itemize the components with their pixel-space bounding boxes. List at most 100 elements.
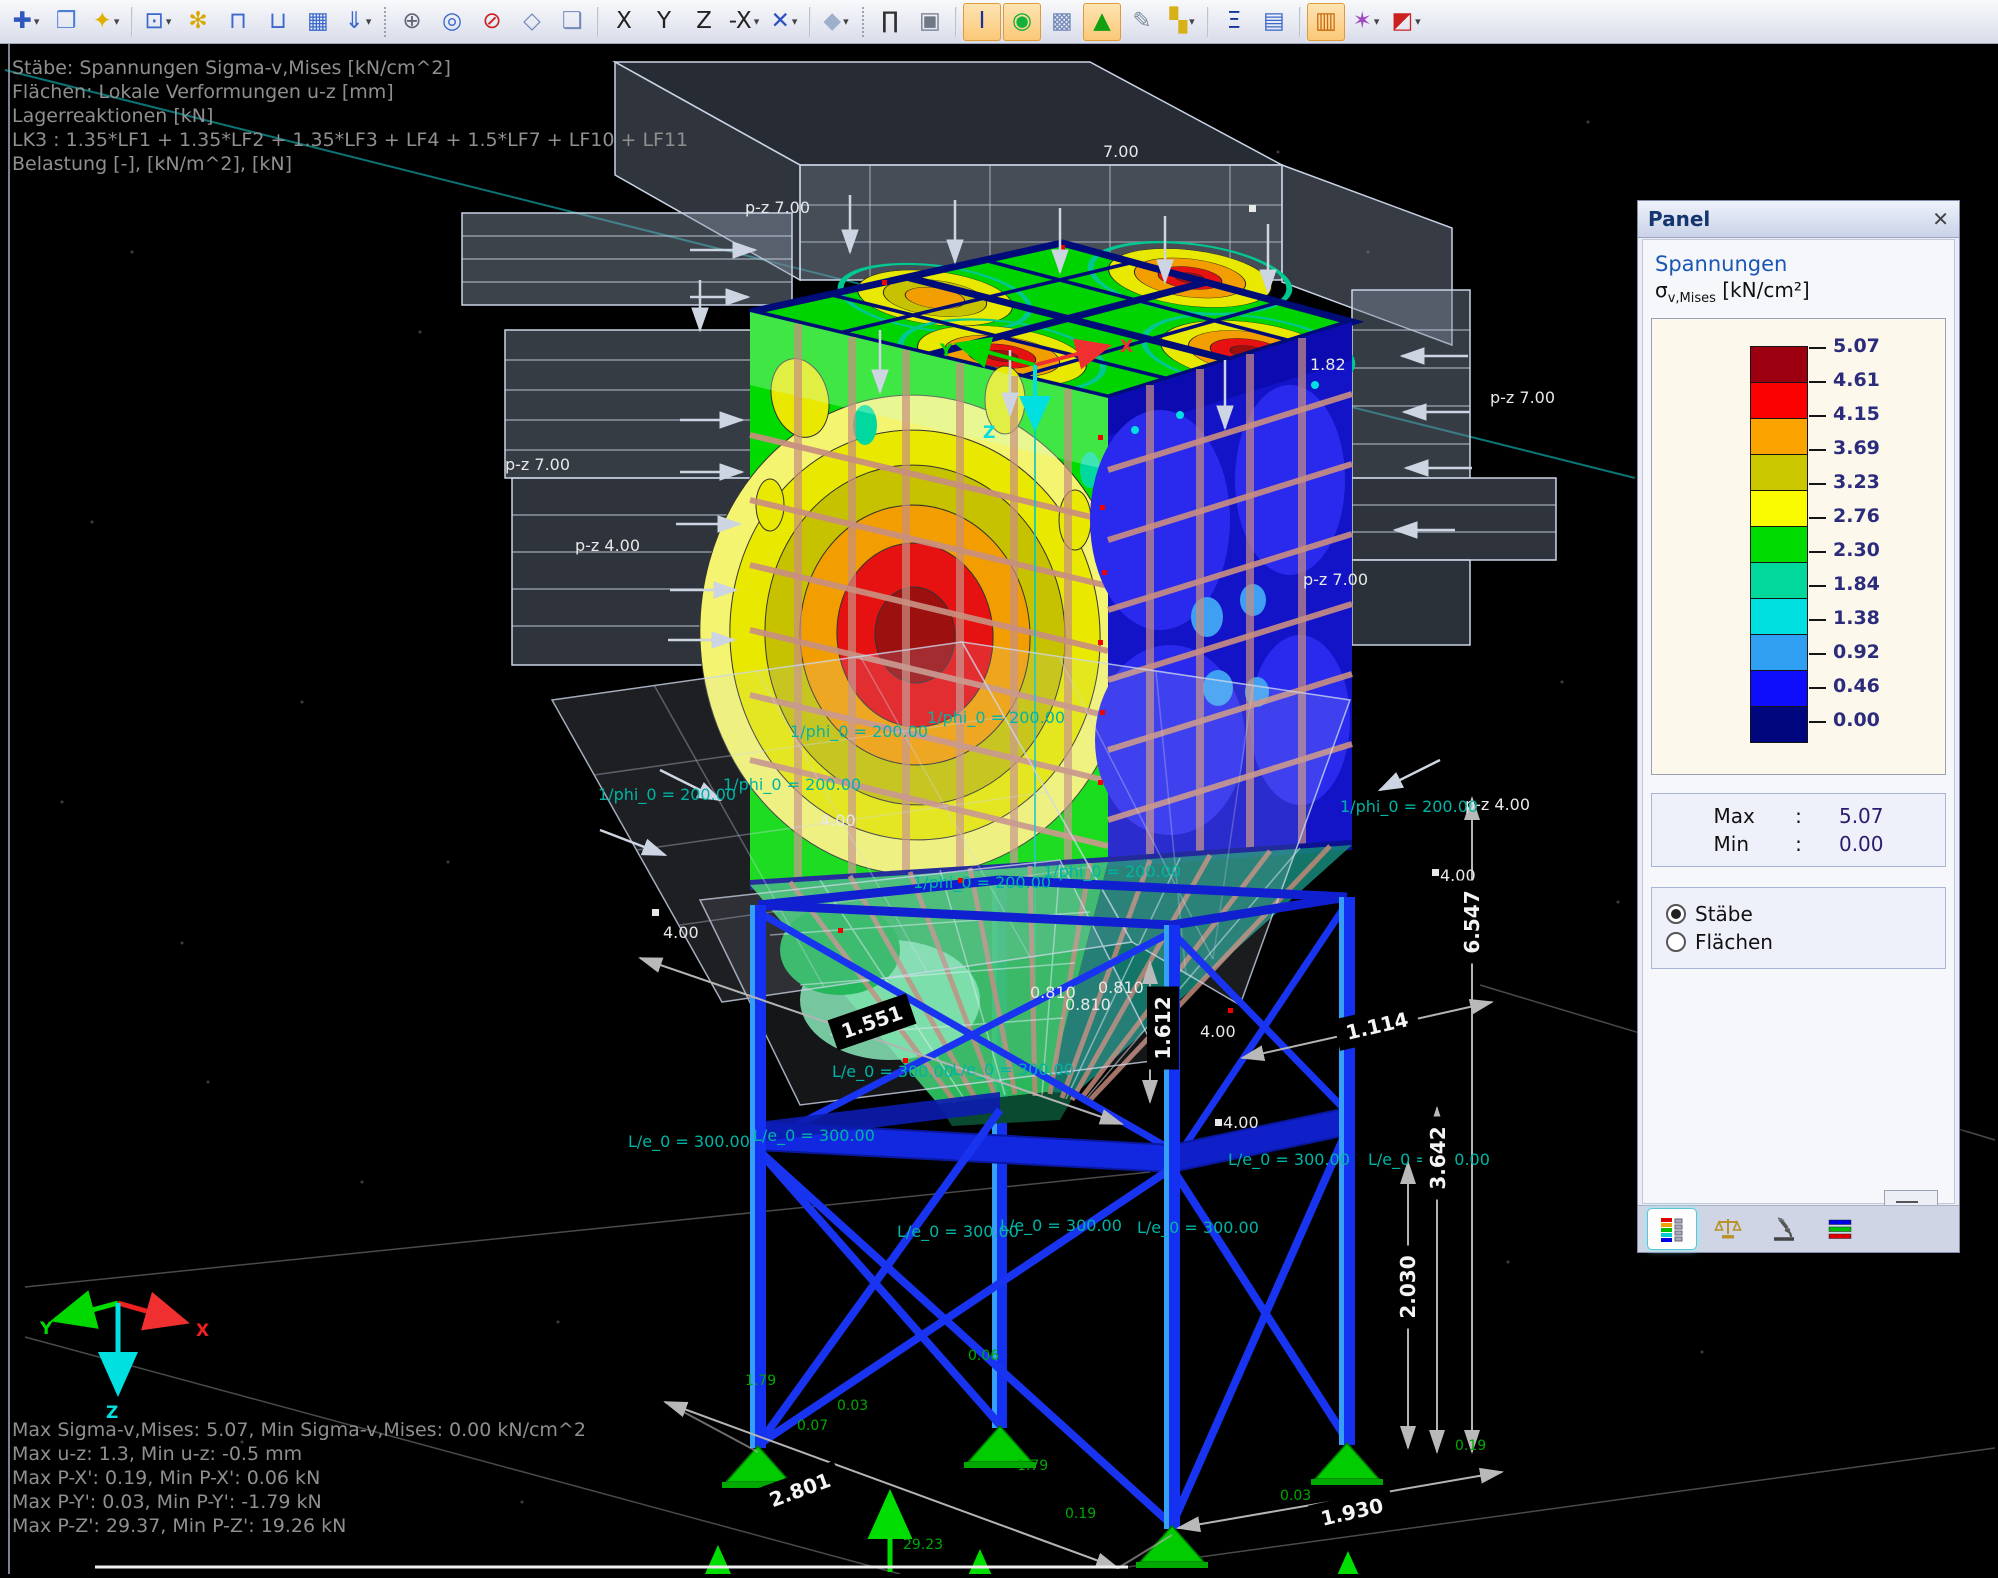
pan-zoom-button[interactable]: ⊕ <box>393 3 431 41</box>
scale-color-cell <box>1750 454 1808 491</box>
scene-label: 1.82 <box>1310 355 1346 374</box>
rfem-application-window: { "toolbar": { "items": [ {"name":"view-… <box>0 0 1998 1574</box>
new-member-set-button[interactable]: ⊔ <box>259 3 297 41</box>
scene-label: Z <box>983 423 995 443</box>
toolbar-separator <box>809 7 811 37</box>
new-block-button[interactable]: ✦▾ <box>87 3 125 41</box>
color-settings-dropdown[interactable]: ▾ <box>1415 15 1421 28</box>
scene-label: p-z 7.00 <box>1490 388 1555 407</box>
results-members-button[interactable]: I <box>963 3 1001 41</box>
pan-zoom-icon: ⊕ <box>402 10 421 33</box>
rendering-options-button[interactable]: ▣ <box>911 3 949 41</box>
toolbar-separator <box>597 7 599 37</box>
new-load-dropdown[interactable]: ▾ <box>366 15 372 28</box>
scene-label: 1/phi_0 = 200.00 <box>790 722 928 742</box>
move-copy-dropdown[interactable]: ▾ <box>166 15 172 28</box>
smooth-shading-icon: ✎ <box>1132 10 1151 33</box>
new-node-button[interactable]: ✻ <box>179 3 217 41</box>
smooth-shading-button[interactable]: ✎ <box>1123 3 1161 41</box>
isometric-view-button[interactable]: ◇ <box>513 3 551 41</box>
view-generator-button[interactable]: ✚▾ <box>7 3 45 41</box>
view-minus-x-dropdown[interactable]: ▾ <box>754 15 760 28</box>
results-surfaces-button[interactable]: ◉ <box>1003 3 1041 41</box>
scene-label: L/e_0 = 300.00 <box>1000 1216 1122 1236</box>
result-rows-icon <box>1826 1215 1854 1243</box>
panel-toggle-button[interactable]: ▥ <box>1307 3 1345 41</box>
user-profiles-button[interactable]: ▚▾ <box>1163 3 1201 41</box>
color-scale-tab-icon <box>1658 1215 1686 1243</box>
scene-label: 7.00 <box>1103 142 1139 161</box>
new-surface-button[interactable]: ▦ <box>299 3 337 41</box>
perspective-view-icon: ✕ <box>771 10 790 33</box>
radio-staebe[interactable]: Stäbe <box>1666 902 1945 926</box>
results-solids-button[interactable]: ▩ <box>1043 3 1081 41</box>
radio-flaechen[interactable]: Flächen <box>1666 930 1945 954</box>
scene-label: 4.00 <box>663 923 699 942</box>
new-load-button[interactable]: ⇓▾ <box>339 3 377 41</box>
user-profiles-icon: ▚ <box>1169 10 1187 33</box>
scene-label: 1/phi_0 = 200.00 <box>1340 797 1478 817</box>
new-block-dropdown[interactable]: ▾ <box>114 15 120 28</box>
model-display-button[interactable]: ∏ <box>871 3 909 41</box>
perspective-view-dropdown[interactable]: ▾ <box>792 15 798 28</box>
toolbar-separator <box>862 7 864 37</box>
scene-label: L/e_0 = 300.00 <box>952 1060 1074 1080</box>
color-settings-button[interactable]: ◩▾ <box>1387 3 1425 41</box>
move-copy-button[interactable]: ⊡▾ <box>139 3 177 41</box>
panel-title: Panel <box>1648 207 1710 231</box>
svg-text:2.030: 2.030 <box>1396 1255 1420 1318</box>
zoom-window-button[interactable]: ◎ <box>433 3 471 41</box>
user-profiles-dropdown[interactable]: ▾ <box>1189 15 1195 28</box>
display-properties-dropdown[interactable]: ▾ <box>1374 15 1380 28</box>
tab-color-scale[interactable] <box>1647 1208 1697 1250</box>
move-copy-icon: ⊡ <box>145 10 164 33</box>
isometric-view-icon: ◇ <box>523 10 541 33</box>
scene-label: 4.00 <box>1223 1113 1259 1132</box>
panel-titlebar[interactable]: Panel ✕ <box>1638 201 1959 238</box>
tab-filter[interactable] <box>1759 1208 1809 1250</box>
radio-circle-flaechen[interactable] <box>1666 932 1686 952</box>
window-arrangement-icon: ❏ <box>562 10 583 33</box>
balance-icon <box>1714 1215 1742 1243</box>
scene-label: L/e_0 = 300.00 <box>628 1132 750 1152</box>
scale-color-cell <box>1750 670 1808 707</box>
solid-model-button[interactable]: ❒ <box>47 3 85 41</box>
dimension-label: 1.612 <box>1147 987 1179 1070</box>
tab-factors[interactable] <box>1703 1208 1753 1250</box>
view-y-button[interactable]: Y <box>645 3 683 41</box>
scale-color-cell <box>1750 706 1808 743</box>
view-x-button[interactable]: X <box>605 3 643 41</box>
panel-tabs <box>1638 1205 1959 1252</box>
solids-display-button[interactable]: ◆▾ <box>817 3 855 41</box>
perspective-view-button[interactable]: ✕▾ <box>765 3 803 41</box>
panel-close-button[interactable]: ✕ <box>1932 207 1949 231</box>
scene-label: 1/phi_0 = 200.00 <box>927 708 1065 728</box>
dimension-label: 3.642 <box>1422 1117 1454 1200</box>
new-block-icon: ✦ <box>93 10 112 33</box>
window-arrangement-button[interactable]: ❏ <box>553 3 591 41</box>
view-z-button[interactable]: Z <box>685 3 723 41</box>
stat-max: Max:5.07 <box>1652 802 1945 830</box>
new-member-button[interactable]: ⊓ <box>219 3 257 41</box>
dimension-label: 2.030 <box>1392 1246 1424 1329</box>
display-properties-button[interactable]: ✶▾ <box>1347 3 1385 41</box>
tab-display[interactable] <box>1815 1208 1865 1250</box>
scale-color-cell <box>1750 598 1808 635</box>
view-minus-x-button[interactable]: -X▾ <box>725 3 763 41</box>
result-tables-icon: ▤ <box>1263 10 1285 33</box>
scene-label: 29.23 <box>903 1537 943 1553</box>
zoom-cancel-button[interactable]: ⊘ <box>473 3 511 41</box>
scene-label: 1/phi_0 = 200.00 <box>1043 862 1181 882</box>
scene-label: 1.79 <box>1017 1458 1048 1474</box>
solids-display-dropdown[interactable]: ▾ <box>843 15 849 28</box>
stat-min: Min:0.00 <box>1652 830 1945 858</box>
show-supports-button[interactable]: ▲ <box>1083 3 1121 41</box>
radio-circle-staebe[interactable] <box>1666 904 1686 924</box>
result-diagrams-button[interactable]: Ξ <box>1215 3 1253 41</box>
view-generator-dropdown[interactable]: ▾ <box>34 15 40 28</box>
scene-label: 0.810 <box>1065 995 1111 1014</box>
result-tables-button[interactable]: ▤ <box>1255 3 1293 41</box>
result-diagrams-icon: Ξ <box>1227 10 1242 33</box>
view-x-icon: X <box>616 10 632 33</box>
scene-label: p-z 7.00 <box>745 198 810 217</box>
